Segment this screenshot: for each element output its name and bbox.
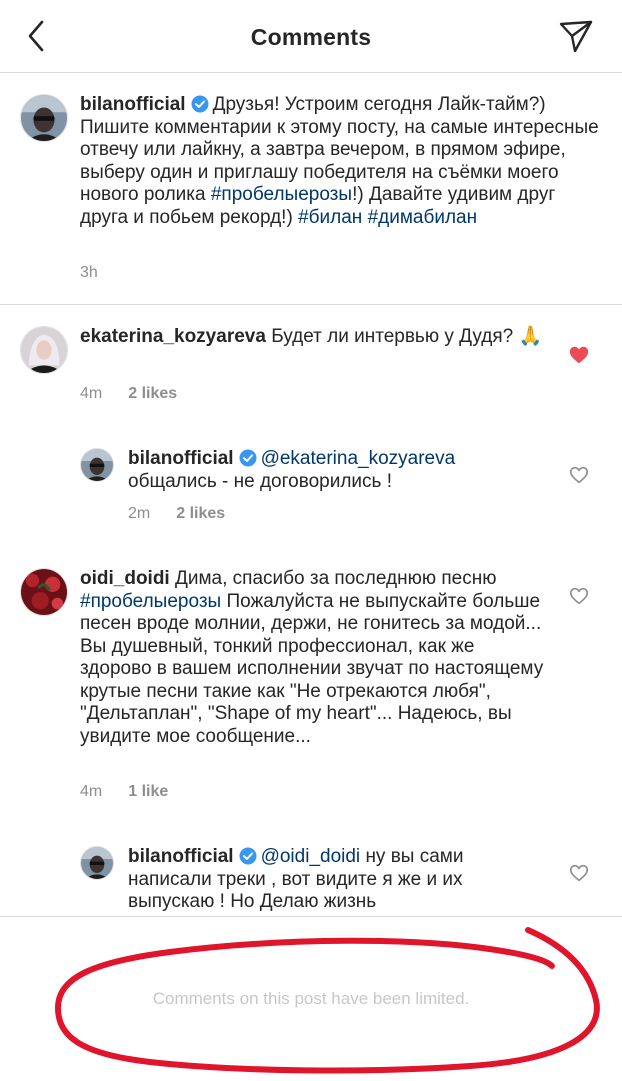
red-circle-annotation xyxy=(55,927,600,1074)
